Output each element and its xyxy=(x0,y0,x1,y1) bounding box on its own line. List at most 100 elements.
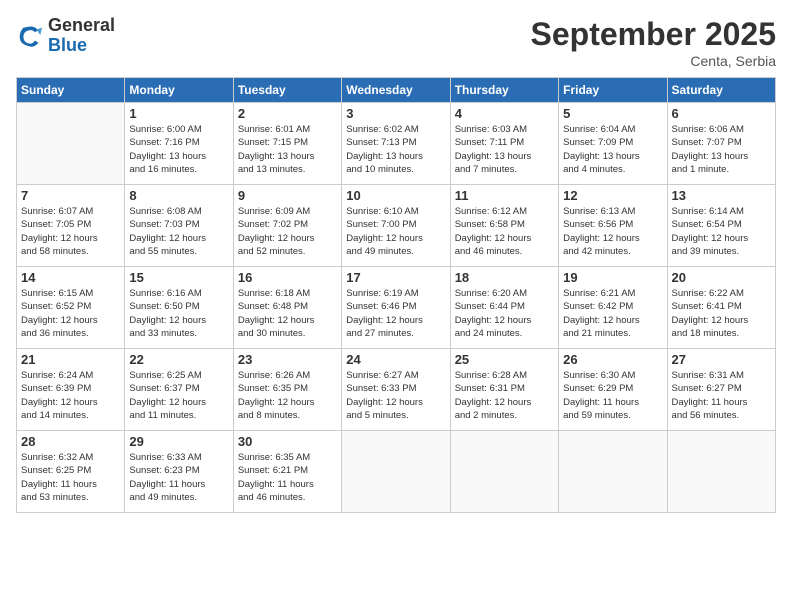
day-number: 4 xyxy=(455,106,554,121)
day-info: Sunrise: 6:00 AMSunset: 7:16 PMDaylight:… xyxy=(129,123,228,176)
day-info: Sunrise: 6:09 AMSunset: 7:02 PMDaylight:… xyxy=(238,205,337,258)
col-monday: Monday xyxy=(125,78,233,103)
col-sunday: Sunday xyxy=(17,78,125,103)
calendar-cell-w4-d1: 21Sunrise: 6:24 AMSunset: 6:39 PMDayligh… xyxy=(17,349,125,431)
calendar-cell-w1-d2: 1 Sunrise: 6:00 AMSunset: 7:16 PMDaylight… xyxy=(125,103,233,185)
day-info: Sunrise: 6:06 AMSunset: 7:07 PMDaylight:… xyxy=(672,123,771,176)
calendar-cell-w5-d6 xyxy=(559,431,667,513)
calendar-cell-w5-d4 xyxy=(342,431,450,513)
day-number: 16 xyxy=(238,270,337,285)
day-info: Sunrise: 6:22 AMSunset: 6:41 PMDaylight:… xyxy=(672,287,771,340)
col-friday: Friday xyxy=(559,78,667,103)
day-info: Sunrise: 6:31 AMSunset: 6:27 PMDaylight:… xyxy=(672,369,771,422)
day-info: Sunrise: 6:30 AMSunset: 6:29 PMDaylight:… xyxy=(563,369,662,422)
day-number: 24 xyxy=(346,352,445,367)
day-number: 17 xyxy=(346,270,445,285)
day-number: 2 xyxy=(238,106,337,121)
calendar-cell-w1-d7: 6 Sunrise: 6:06 AMSunset: 7:07 PMDaylight… xyxy=(667,103,775,185)
day-info: Sunrise: 6:01 AMSunset: 7:15 PMDaylight:… xyxy=(238,123,337,176)
day-number: 1 xyxy=(129,106,228,121)
calendar-cell-w1-d1 xyxy=(17,103,125,185)
logo-blue-text: Blue xyxy=(48,36,115,56)
title-block: September 2025 Centa, Serbia xyxy=(531,16,776,69)
calendar-cell-w1-d5: 4 Sunrise: 6:03 AMSunset: 7:11 PMDaylight… xyxy=(450,103,558,185)
calendar-cell-w4-d2: 22 Sunrise: 6:25 AMSunset: 6:37 PMDayligh… xyxy=(125,349,233,431)
day-info: Sunrise: 6:04 AMSunset: 7:09 PMDaylight:… xyxy=(563,123,662,176)
calendar-cell-w3-d3: 16Sunrise: 6:18 AMSunset: 6:48 PMDayligh… xyxy=(233,267,341,349)
calendar-week-3: 14Sunrise: 6:15 AMSunset: 6:52 PMDayligh… xyxy=(17,267,776,349)
day-info: Sunrise: 6:26 AMSunset: 6:35 PMDaylight:… xyxy=(238,369,337,422)
day-info: Sunrise: 6:32 AMSunset: 6:25 PMDaylight:… xyxy=(21,451,120,504)
calendar-week-2: 7 Sunrise: 6:07 AMSunset: 7:05 PMDaylight… xyxy=(17,185,776,267)
day-number: 5 xyxy=(563,106,662,121)
day-info: Sunrise: 6:35 AMSunset: 6:21 PMDaylight:… xyxy=(238,451,337,504)
day-number: 29 xyxy=(129,434,228,449)
logo-icon xyxy=(16,22,44,50)
day-number: 7 xyxy=(21,188,120,203)
calendar-cell-w2-d2: 8 Sunrise: 6:08 AMSunset: 7:03 PMDaylight… xyxy=(125,185,233,267)
calendar-cell-w1-d6: 5 Sunrise: 6:04 AMSunset: 7:09 PMDaylight… xyxy=(559,103,667,185)
day-number: 25 xyxy=(455,352,554,367)
day-number: 23 xyxy=(238,352,337,367)
calendar-cell-w2-d7: 13 Sunrise: 6:14 AMSunset: 6:54 PMDayligh… xyxy=(667,185,775,267)
logo-general-text: General xyxy=(48,16,115,36)
day-number: 13 xyxy=(672,188,771,203)
day-info: Sunrise: 6:12 AMSunset: 6:58 PMDaylight:… xyxy=(455,205,554,258)
day-info: Sunrise: 6:03 AMSunset: 7:11 PMDaylight:… xyxy=(455,123,554,176)
calendar-cell-w2-d5: 11 Sunrise: 6:12 AMSunset: 6:58 PMDayligh… xyxy=(450,185,558,267)
calendar-cell-w3-d4: 17Sunrise: 6:19 AMSunset: 6:46 PMDayligh… xyxy=(342,267,450,349)
day-info: Sunrise: 6:13 AMSunset: 6:56 PMDaylight:… xyxy=(563,205,662,258)
day-info: Sunrise: 6:16 AMSunset: 6:50 PMDaylight:… xyxy=(129,287,228,340)
calendar-cell-w2-d4: 10Sunrise: 6:10 AMSunset: 7:00 PMDayligh… xyxy=(342,185,450,267)
calendar-cell-w2-d6: 12 Sunrise: 6:13 AMSunset: 6:56 PMDayligh… xyxy=(559,185,667,267)
calendar-week-1: 1 Sunrise: 6:00 AMSunset: 7:16 PMDaylight… xyxy=(17,103,776,185)
day-number: 20 xyxy=(672,270,771,285)
calendar-cell-w4-d4: 24 Sunrise: 6:27 AMSunset: 6:33 PMDayligh… xyxy=(342,349,450,431)
col-wednesday: Wednesday xyxy=(342,78,450,103)
day-number: 6 xyxy=(672,106,771,121)
calendar-week-4: 21Sunrise: 6:24 AMSunset: 6:39 PMDayligh… xyxy=(17,349,776,431)
day-number: 27 xyxy=(672,352,771,367)
calendar-cell-w3-d6: 19Sunrise: 6:21 AMSunset: 6:42 PMDayligh… xyxy=(559,267,667,349)
calendar-cell-w5-d5 xyxy=(450,431,558,513)
day-info: Sunrise: 6:07 AMSunset: 7:05 PMDaylight:… xyxy=(21,205,120,258)
day-info: Sunrise: 6:33 AMSunset: 6:23 PMDaylight:… xyxy=(129,451,228,504)
day-number: 11 xyxy=(455,188,554,203)
calendar-cell-w1-d4: 3Sunrise: 6:02 AMSunset: 7:13 PMDaylight… xyxy=(342,103,450,185)
day-number: 19 xyxy=(563,270,662,285)
page-header: General Blue September 2025 Centa, Serbi… xyxy=(16,16,776,69)
month-title: September 2025 xyxy=(531,16,776,53)
day-number: 28 xyxy=(21,434,120,449)
day-info: Sunrise: 6:15 AMSunset: 6:52 PMDaylight:… xyxy=(21,287,120,340)
day-number: 18 xyxy=(455,270,554,285)
day-number: 22 xyxy=(129,352,228,367)
calendar-cell-w5-d3: 30 Sunrise: 6:35 AMSunset: 6:21 PMDayligh… xyxy=(233,431,341,513)
day-info: Sunrise: 6:24 AMSunset: 6:39 PMDaylight:… xyxy=(21,369,120,422)
calendar-cell-w4-d7: 27 Sunrise: 6:31 AMSunset: 6:27 PMDayligh… xyxy=(667,349,775,431)
day-info: Sunrise: 6:14 AMSunset: 6:54 PMDaylight:… xyxy=(672,205,771,258)
day-info: Sunrise: 6:25 AMSunset: 6:37 PMDaylight:… xyxy=(129,369,228,422)
day-number: 26 xyxy=(563,352,662,367)
location: Centa, Serbia xyxy=(531,53,776,69)
col-thursday: Thursday xyxy=(450,78,558,103)
calendar-week-5: 28 Sunrise: 6:32 AMSunset: 6:25 PMDayligh… xyxy=(17,431,776,513)
calendar-cell-w2-d3: 9Sunrise: 6:09 AMSunset: 7:02 PMDaylight… xyxy=(233,185,341,267)
calendar-cell-w4-d6: 26 Sunrise: 6:30 AMSunset: 6:29 PMDayligh… xyxy=(559,349,667,431)
day-number: 15 xyxy=(129,270,228,285)
calendar-cell-w3-d2: 15 Sunrise: 6:16 AMSunset: 6:50 PMDayligh… xyxy=(125,267,233,349)
day-info: Sunrise: 6:08 AMSunset: 7:03 PMDaylight:… xyxy=(129,205,228,258)
day-info: Sunrise: 6:27 AMSunset: 6:33 PMDaylight:… xyxy=(346,369,445,422)
day-number: 12 xyxy=(563,188,662,203)
day-number: 8 xyxy=(129,188,228,203)
calendar-cell-w5-d1: 28 Sunrise: 6:32 AMSunset: 6:25 PMDayligh… xyxy=(17,431,125,513)
day-info: Sunrise: 6:02 AMSunset: 7:13 PMDaylight:… xyxy=(346,123,445,176)
calendar-header-row: Sunday Monday Tuesday Wednesday Thursday… xyxy=(17,78,776,103)
calendar-cell-w3-d5: 18Sunrise: 6:20 AMSunset: 6:44 PMDayligh… xyxy=(450,267,558,349)
calendar-cell-w2-d1: 7 Sunrise: 6:07 AMSunset: 7:05 PMDaylight… xyxy=(17,185,125,267)
calendar-cell-w5-d2: 29 Sunrise: 6:33 AMSunset: 6:23 PMDayligh… xyxy=(125,431,233,513)
calendar-cell-w5-d7 xyxy=(667,431,775,513)
calendar-table: Sunday Monday Tuesday Wednesday Thursday… xyxy=(16,77,776,513)
col-saturday: Saturday xyxy=(667,78,775,103)
calendar-cell-w1-d3: 2 Sunrise: 6:01 AMSunset: 7:15 PMDaylight… xyxy=(233,103,341,185)
day-number: 30 xyxy=(238,434,337,449)
